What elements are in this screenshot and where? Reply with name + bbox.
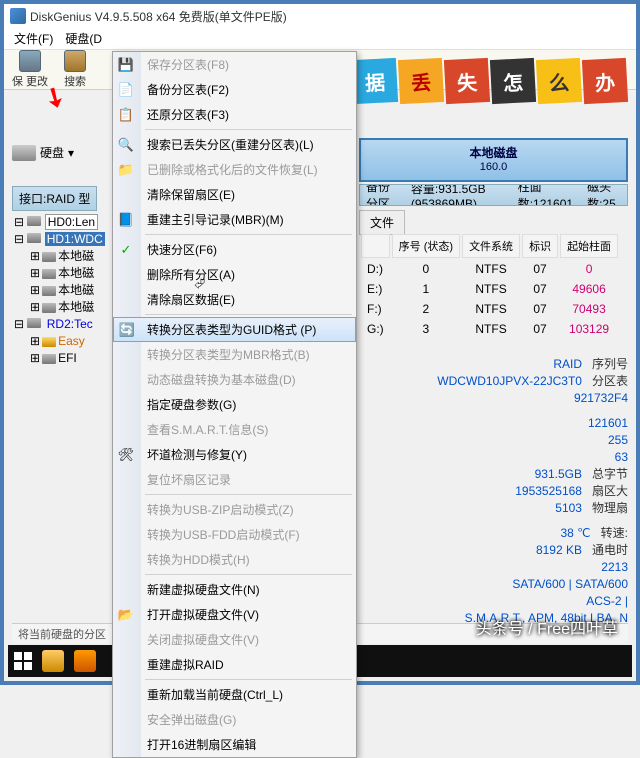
menu-search-lost[interactable]: 🔍搜索已丢失分区(重建分区表)(L): [113, 132, 356, 157]
menu-to-guid[interactable]: 🔄转换分区表类型为GUID格式 (P): [113, 317, 356, 342]
menu-clear-reserved[interactable]: 清除保留扇区(E): [113, 182, 356, 207]
window-title: DiskGenius V4.9.5.508 x64 免费版(单文件PE版): [30, 8, 287, 25]
search-icon: [64, 50, 86, 72]
toolbar-search[interactable]: 搜索: [60, 48, 90, 91]
start-button[interactable]: [14, 652, 32, 670]
disk-icon: [12, 145, 36, 161]
menu-clear-sector[interactable]: 清除扇区数据(E): [113, 287, 356, 312]
menu-restore-pt[interactable]: 📋还原分区表(F3): [113, 102, 356, 127]
table-row[interactable]: D:)0NTFS070: [361, 260, 618, 278]
recover-icon: 📁: [118, 162, 134, 178]
restore-icon: 📋: [118, 107, 134, 123]
menu-reset-bad[interactable]: 复位坏扇区记录: [113, 467, 356, 492]
menu-save-pt[interactable]: 💾保存分区表(F8): [113, 52, 356, 77]
menu-disk[interactable]: 硬盘(D: [59, 28, 108, 49]
disk-info-bar: 备份分区 容量:931.5GB (953869MB) 柱面数:121601 磁头…: [359, 184, 628, 206]
tree-hd1[interactable]: HD1:WDC: [45, 232, 105, 246]
menu-close-vdisk[interactable]: 关闭虚拟硬盘文件(V): [113, 627, 356, 652]
disk-map[interactable]: 本地磁盘 160.0: [359, 138, 628, 182]
search-lost-icon: 🔍: [118, 137, 134, 153]
menu-open-vdisk[interactable]: 📂打开虚拟硬盘文件(V): [113, 602, 356, 627]
menu-hdd-mode[interactable]: 转换为HDD模式(H): [113, 547, 356, 572]
table-row[interactable]: E:)1NTFS0749606: [361, 280, 618, 298]
menubar: 文件(F) 硬盘(D: [4, 28, 636, 50]
table-row[interactable]: G:)3NTFS07103129: [361, 320, 618, 338]
menu-quick-part[interactable]: ✓快速分区(F6): [113, 237, 356, 262]
menu-recover[interactable]: 📁已删除或格式化后的文件恢复(L): [113, 157, 356, 182]
open-icon: 📂: [118, 607, 134, 623]
menu-rebuild-raid[interactable]: 重建虚拟RAID: [113, 652, 356, 677]
menu-badsector[interactable]: 🛠坏道检测与修复(Y): [113, 442, 356, 467]
menu-new-vdisk[interactable]: 新建虚拟硬盘文件(N): [113, 577, 356, 602]
menu-usb-zip[interactable]: 转换为USB-ZIP启动模式(Z): [113, 497, 356, 522]
menu-file[interactable]: 文件(F): [8, 28, 59, 49]
menu-dyn-basic[interactable]: 动态磁盘转换为基本磁盘(D): [113, 367, 356, 392]
save-icon: [19, 50, 41, 72]
menu-eject[interactable]: 安全弹出磁盘(G): [113, 707, 356, 732]
menu-set-params[interactable]: 指定硬盘参数(G): [113, 392, 356, 417]
menu-to-mbr[interactable]: 转换分区表类型为MBR格式(B): [113, 342, 356, 367]
task-folder-icon[interactable]: [42, 650, 64, 672]
table-row[interactable]: F:)2NTFS0770493: [361, 300, 618, 318]
disk-tree[interactable]: ⊟ HD0:Len ⊟ HD1:WDC ⊞本地磁 ⊞本地磁 ⊞本地磁 ⊞本地磁 …: [14, 214, 114, 367]
menu-smart[interactable]: 查看S.M.A.R.T.信息(S): [113, 417, 356, 442]
tree-rd2[interactable]: RD2:Tec: [45, 317, 95, 331]
disk-selector[interactable]: 硬盘 ▾: [12, 144, 74, 161]
menu-hex-edit[interactable]: 打开16进制扇区编辑: [113, 732, 356, 757]
watermark: 头条号 / Free四叶草: [476, 615, 618, 639]
app-icon: [10, 8, 26, 24]
partition-table[interactable]: 序号 (状态) 文件系统 标识 起始柱面 D:)0NTFS070 E:)1NTF…: [359, 232, 620, 340]
convert-icon: 🔄: [119, 322, 135, 338]
interface-label: 接口:RAID 型: [12, 186, 97, 211]
tools-icon: 🛠: [118, 447, 134, 463]
context-menu: 💾保存分区表(F8) 📄备份分区表(F2) 📋还原分区表(F3) 🔍搜索已丢失分…: [112, 51, 357, 758]
backup-icon: 📄: [118, 82, 134, 98]
menu-usb-fdd[interactable]: 转换为USB-FDD启动模式(F): [113, 522, 356, 547]
tree-hd0[interactable]: HD0:Len: [45, 214, 98, 230]
menu-backup-pt[interactable]: 📄备份分区表(F2): [113, 77, 356, 102]
chevron-down-icon: ▾: [68, 146, 74, 160]
toolbar-save[interactable]: 保 更改: [8, 48, 52, 91]
quick-icon: ✓: [118, 242, 134, 258]
mbr-icon: 📘: [118, 212, 134, 228]
disk-properties: RAID序列号 WDCWD10JPVX-22JC3T0分区表 921732F4 …: [359, 356, 628, 627]
save-pt-icon: 💾: [118, 57, 134, 73]
menu-rebuild-mbr[interactable]: 📘重建主引导记录(MBR)(M): [113, 207, 356, 232]
menu-reload[interactable]: 重新加载当前硬盘(Ctrl_L): [113, 682, 356, 707]
menu-delete-all[interactable]: 删除所有分区(A): [113, 262, 356, 287]
mouse-cursor: ⮰: [194, 275, 205, 292]
task-app-icon[interactable]: [74, 650, 96, 672]
